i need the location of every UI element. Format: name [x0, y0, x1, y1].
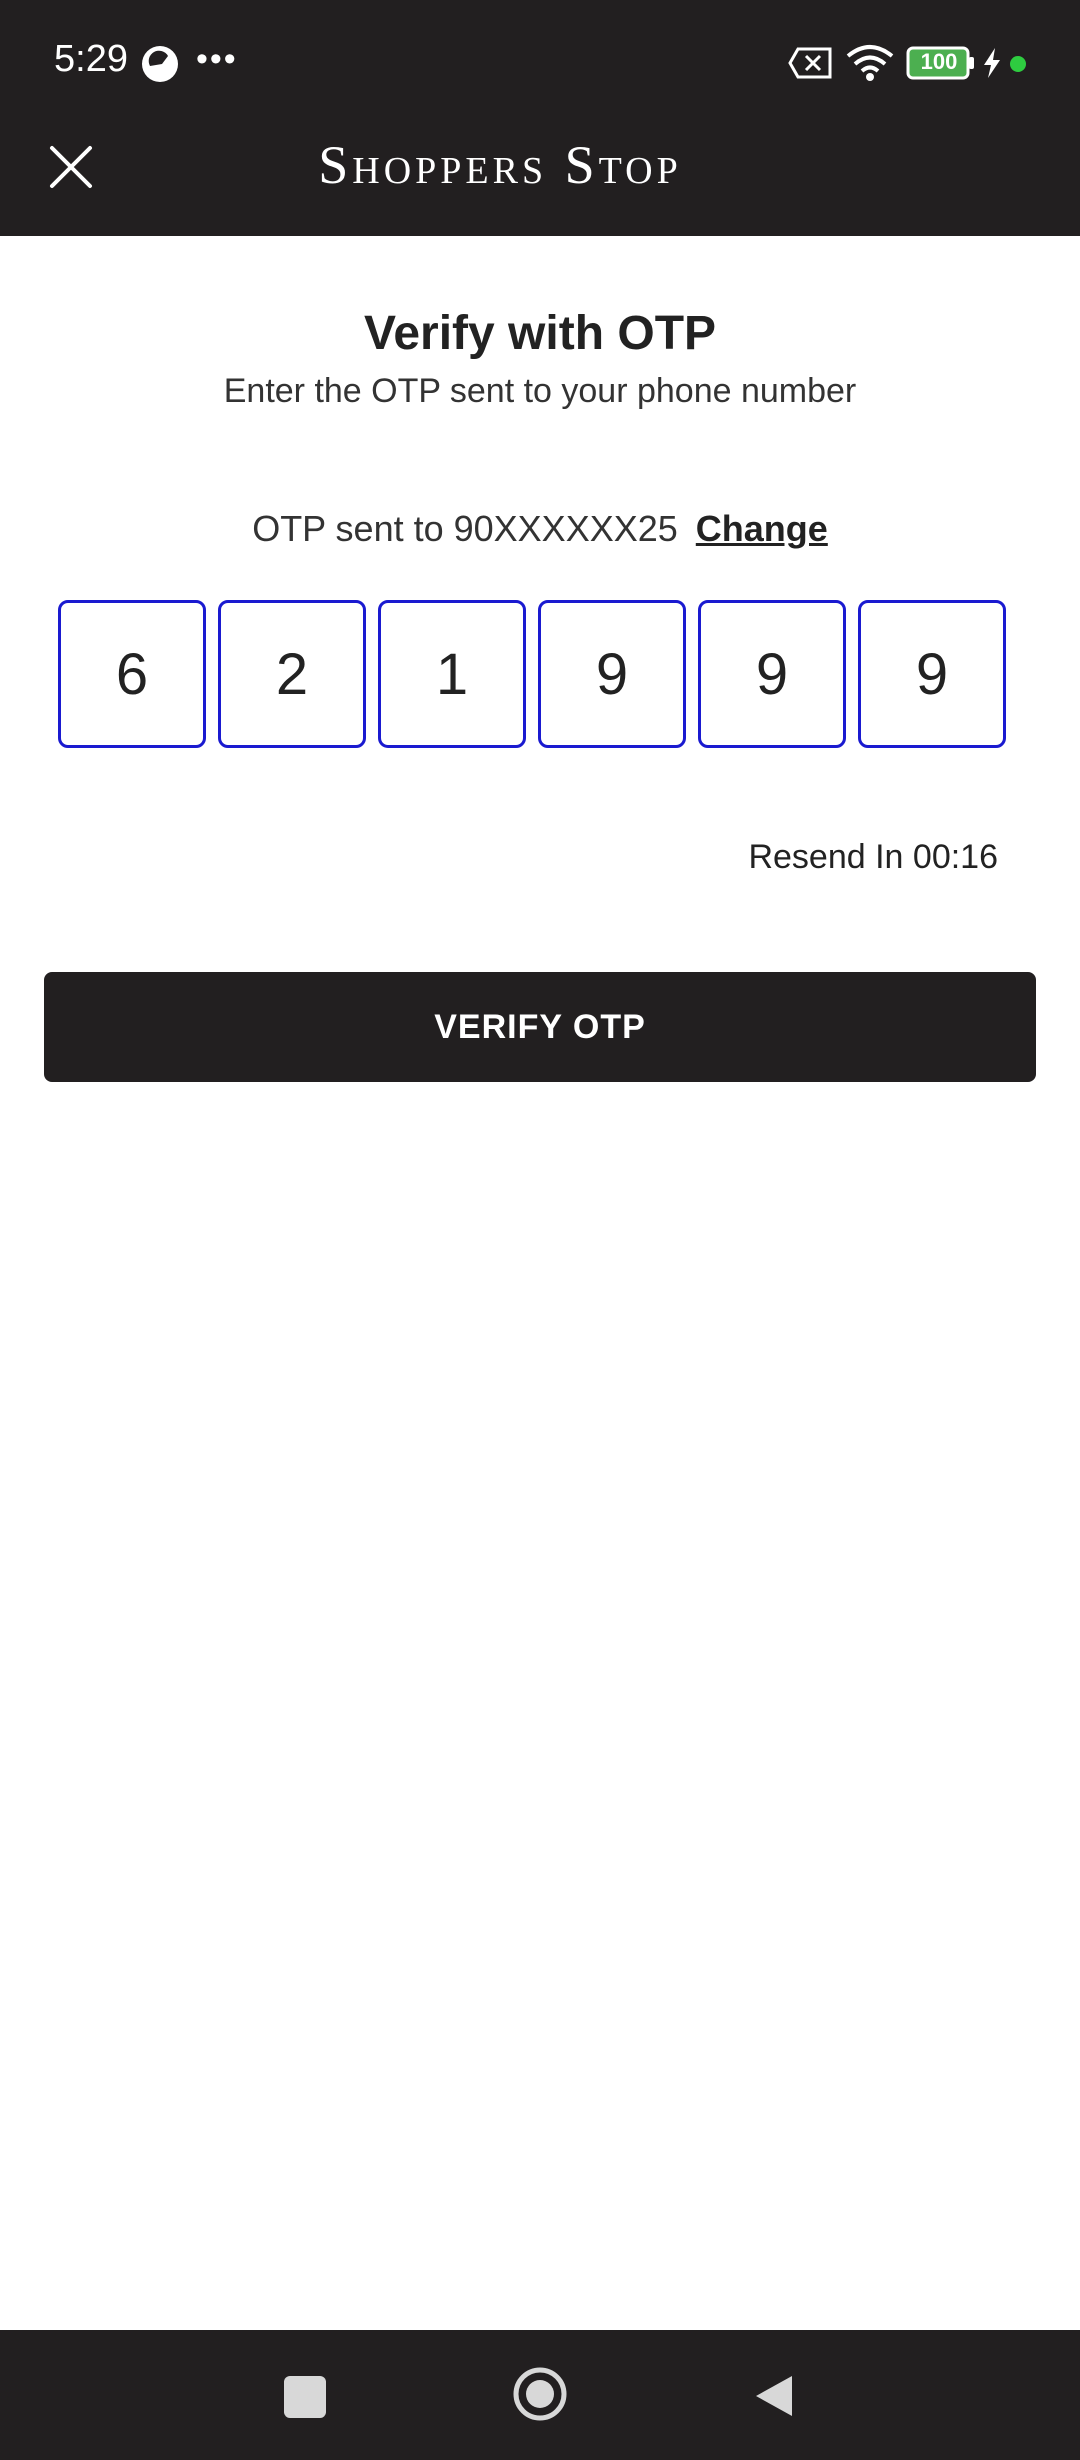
wifi-icon — [846, 45, 894, 81]
recents-icon[interactable] — [284, 2376, 326, 2418]
resend-timer: Resend In 00:16 — [748, 838, 998, 876]
page-subtitle: Enter the OTP sent to your phone number — [223, 372, 857, 410]
otp-digit-input[interactable]: 1 — [378, 600, 526, 748]
top-bar: 5:29 ••• 100 Shoppers Stop — [0, 0, 1080, 236]
change-number-link[interactable]: Change — [696, 508, 828, 549]
otp-digit-input[interactable]: 6 — [58, 600, 206, 748]
status-bar: 5:29 ••• 100 — [0, 0, 1080, 128]
otp-digit-input[interactable]: 9 — [538, 600, 686, 748]
otp-digit-input[interactable]: 2 — [218, 600, 366, 748]
battery-level: 100 — [920, 49, 958, 74]
verify-otp-button[interactable]: VERIFY OTP — [44, 972, 1036, 1082]
back-icon[interactable] — [752, 2372, 796, 2420]
page-title: Verify with OTP — [363, 307, 717, 360]
otp-input-group: 6 2 1 9 9 9 — [58, 600, 1022, 750]
close-icon[interactable] — [44, 140, 98, 194]
more-icon: ••• — [196, 40, 238, 78]
home-icon[interactable] — [512, 2366, 568, 2422]
dot-icon — [1010, 56, 1026, 72]
otp-digit-input[interactable]: 9 — [858, 600, 1006, 748]
status-time: 5:29 — [54, 38, 128, 80]
charge-icon — [984, 48, 1000, 78]
otp-sent-text: OTP sent to 90XXXXXX25 — [252, 508, 678, 549]
otp-sent-row: OTP sent to 90XXXXXX25 Change — [0, 508, 1080, 550]
app-status-icon — [142, 46, 178, 82]
sim-icon — [788, 47, 832, 79]
otp-digit-input[interactable]: 9 — [698, 600, 846, 748]
brand-logo: Shoppers Stop — [318, 135, 682, 195]
